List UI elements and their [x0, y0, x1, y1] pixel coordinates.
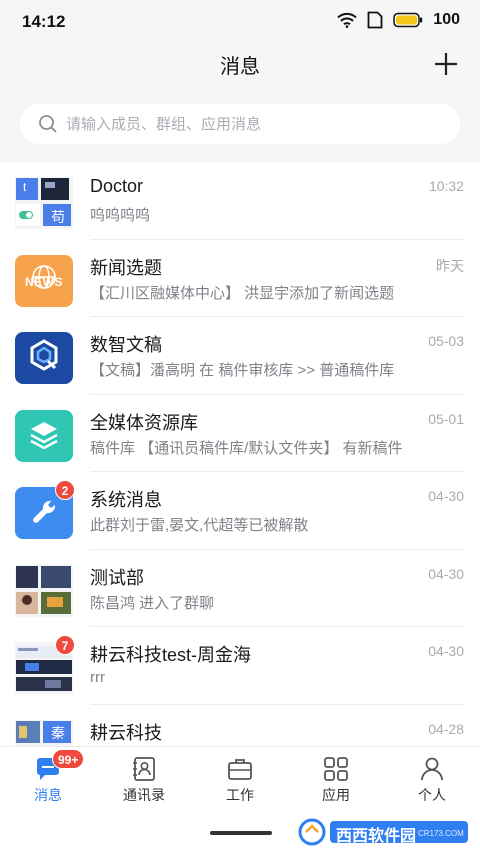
- unread-badge: 99+: [52, 749, 85, 769]
- briefcase-icon: [228, 759, 252, 780]
- conversation-text: 系统消息 04-30 此群刘于雷,晏文,代超等已被解散: [90, 472, 464, 550]
- conversation-row[interactable]: 7 耕云科技test-周金海 04-30 rrr: [0, 627, 480, 705]
- conversation-name: 耕云科技test-周金海: [90, 645, 252, 665]
- nav-bar: 消息: [0, 44, 480, 86]
- conversation-text: 全媒体资源库 05-01 稿件库 【通讯员稿件库/默认文件夹】 有新稿件: [90, 395, 464, 472]
- watermark-text: 西西软件园: [336, 828, 417, 845]
- search-bar[interactable]: [20, 104, 460, 144]
- conversation-preview: 呜呜呜呜: [90, 207, 151, 224]
- tab-label: 工作: [226, 787, 254, 803]
- tab-contacts[interactable]: 通讯录: [96, 747, 192, 812]
- conversation-name: 新闻选题: [90, 257, 162, 278]
- status-bar: 14:12 100: [0, 0, 480, 44]
- news-label: NEWS: [25, 274, 63, 289]
- unread-badge: 2: [55, 480, 75, 500]
- battery-level: 100: [433, 11, 460, 28]
- conversation-text: 数智文稿 05-03 【文稿】潘高明 在 稿件审核库 >> 普通稿件库: [90, 317, 464, 395]
- conversation-row[interactable]: 全媒体资源库 05-01 稿件库 【通讯员稿件库/默认文件夹】 有新稿件: [0, 395, 480, 472]
- status-icons: 100: [337, 11, 460, 29]
- conversation-time: 昨天: [436, 257, 464, 274]
- no-sim-icon: [367, 11, 383, 29]
- search-icon: [39, 115, 57, 133]
- group-collage-icon: 秦: [15, 719, 73, 746]
- person-icon: [421, 757, 443, 781]
- conversation-preview: 【文稿】潘高明 在 稿件审核库 >> 普通稿件库: [90, 362, 395, 379]
- avatar-letter: 苟: [51, 209, 65, 225]
- layers-app-icon: [15, 409, 73, 462]
- contacts-icon: [133, 757, 155, 781]
- conversation-preview: 陈昌鸿 进入了群聊: [90, 594, 215, 612]
- conversation-name: 测试部: [90, 567, 144, 588]
- conversation-time: 04-30: [428, 643, 464, 659]
- avatar-letter: t: [23, 180, 27, 194]
- conversation-row[interactable]: NEWS 新闻选题 昨天 【汇川区融媒体中心】 洪显宇添加了新闻选题: [0, 240, 480, 317]
- tab-profile[interactable]: 个人: [384, 747, 480, 812]
- wifi-icon: [337, 12, 357, 28]
- conversation-name: 系统消息: [90, 490, 162, 510]
- tab-label: 通讯录: [123, 787, 165, 803]
- conversation-time: 10:32: [428, 178, 464, 194]
- conversation-time: 04-28: [428, 720, 464, 737]
- tab-label: 应用: [322, 787, 350, 803]
- conversation-row[interactable]: 秦 耕云科技 04-28: [0, 705, 480, 747]
- conversation-text: 新闻选题 昨天 【汇川区融媒体中心】 洪显宇添加了新闻选题: [90, 240, 464, 317]
- tab-label: 消息: [34, 787, 62, 803]
- conversation-time: 05-01: [428, 410, 464, 427]
- conversation-name: 数智文稿: [90, 335, 162, 355]
- battery-icon: [393, 12, 423, 28]
- home-indicator: [210, 831, 272, 835]
- conversation-time: 05-03: [428, 333, 464, 349]
- conversation-row[interactable]: 数智文稿 05-03 【文稿】潘高明 在 稿件审核库 >> 普通稿件库: [0, 317, 480, 395]
- document-app-icon: [15, 332, 73, 384]
- conversation-text: Doctor 10:32 呜呜呜呜: [90, 162, 464, 240]
- avatar-letter: 秦: [51, 724, 65, 741]
- conversation-time: 04-30: [428, 565, 464, 582]
- conversation-preview: 稿件库 【通讯员稿件库/默认文件夹】 有新稿件: [90, 439, 403, 457]
- conversation-time: 04-30: [428, 488, 464, 504]
- search-section: [0, 86, 480, 162]
- wrench-app-icon: 2: [15, 480, 75, 539]
- unread-badge: 7: [55, 635, 75, 655]
- add-icon[interactable]: [432, 50, 460, 78]
- status-time: 14:12: [22, 12, 66, 31]
- group-collage-icon: t 苟: [15, 177, 73, 229]
- conversation-text: 耕云科技 04-28: [90, 705, 464, 747]
- conversation-name: Doctor: [90, 176, 144, 196]
- search-input[interactable]: [66, 104, 444, 144]
- group-collage-icon: 7: [15, 635, 75, 694]
- conversation-row[interactable]: 2 系统消息 04-30 此群刘于雷,晏文,代超等已被解散: [0, 472, 480, 550]
- watermark-sub: CR173.COM: [418, 829, 464, 838]
- conversation-name: 耕云科技: [90, 722, 162, 743]
- conversation-name: 全媒体资源库: [90, 412, 198, 433]
- conversation-text: 耕云科技test-周金海 04-30 rrr: [90, 627, 464, 705]
- conversation-list: t 苟 Doctor 10:32 呜呜呜呜 NEWS 新闻选题 昨天 【汇川区融…: [0, 162, 480, 746]
- page-title: 消息: [220, 56, 260, 78]
- tab-messages[interactable]: 99+ 消息: [0, 747, 96, 812]
- conversation-preview: 【汇川区融媒体中心】 洪显宇添加了新闻选题: [90, 284, 395, 302]
- tab-work[interactable]: 工作: [192, 747, 288, 812]
- news-app-icon: NEWS: [15, 254, 73, 307]
- conversation-preview: rrr: [90, 669, 105, 686]
- tab-apps[interactable]: 应用: [288, 747, 384, 812]
- conversation-preview: 此群刘于雷,晏文,代超等已被解散: [90, 517, 309, 534]
- group-collage-icon: [15, 564, 73, 617]
- conversation-row[interactable]: 测试部 04-30 陈昌鸿 进入了群聊: [0, 550, 480, 627]
- apps-grid-icon: [324, 757, 348, 781]
- bottom-tab-bar: 99+ 消息 通讯录 工作 应用 个人: [0, 746, 480, 812]
- conversation-text: 测试部 04-30 陈昌鸿 进入了群聊: [90, 550, 464, 627]
- watermark-logo: 西西软件园 CR173.COM: [298, 817, 470, 847]
- tab-label: 个人: [418, 787, 446, 803]
- conversation-row[interactable]: t 苟 Doctor 10:32 呜呜呜呜: [0, 162, 480, 240]
